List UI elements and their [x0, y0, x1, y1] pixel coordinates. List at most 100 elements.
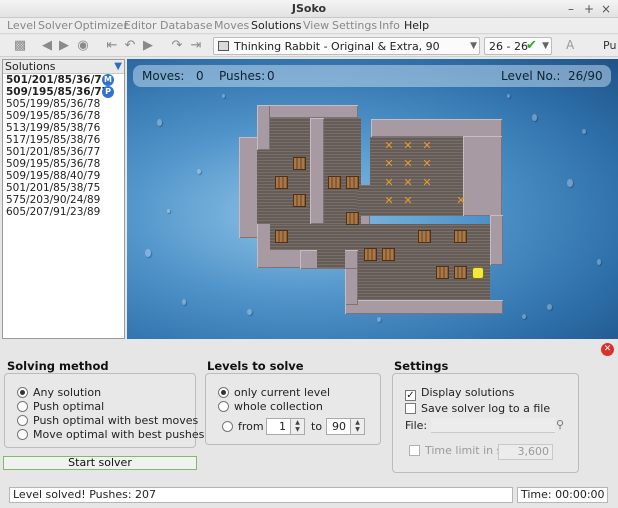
undo-icon[interactable]: ↶ [122, 38, 138, 54]
goal-marker: ✕ [384, 194, 394, 207]
menu-info[interactable]: Info [379, 19, 400, 32]
game-board-area[interactable]: Moves: 0 Pushes: 0 Level No.: 26/90 ✕ ✕ … [127, 59, 618, 339]
box [275, 176, 288, 189]
box [436, 266, 449, 279]
minimize-button[interactable]: – [563, 1, 579, 17]
forward-icon[interactable]: ▶ [56, 38, 72, 54]
font-button[interactable]: A [566, 38, 574, 52]
menu-bar: Level Solver Optimizer Editor Database M… [0, 18, 618, 34]
box [418, 230, 431, 243]
checkbox-time-limit[interactable]: Time limit in s [409, 444, 502, 457]
menu-editor[interactable]: Editor [124, 19, 157, 32]
menu-settings[interactable]: Settings [332, 19, 377, 32]
to-level-stepper[interactable]: 90 ▲ ▼ [326, 418, 365, 435]
menu-moves[interactable]: Moves [214, 19, 249, 32]
chevron-down-icon: ▼ [542, 41, 549, 51]
level-counter-select[interactable]: 26 - 26 ✔ ▼ [484, 37, 552, 55]
goal-marker: ✕ [422, 157, 432, 170]
box [346, 212, 359, 225]
search-icon[interactable]: ⚲ [556, 418, 564, 431]
solution-item[interactable]: 501/201/85/36/77 [3, 146, 124, 158]
box [382, 248, 395, 261]
status-message: Level solved! Pushes: 207 [9, 487, 513, 503]
menu-solutions[interactable]: Solutions [251, 19, 302, 32]
level-number-value: 26/90 [568, 69, 603, 83]
levels-to-solve-title: Levels to solve [207, 359, 304, 373]
radio-move-optimal-best-pushes[interactable]: Move optimal with best pushes [17, 428, 204, 441]
solution-item[interactable]: 509/195/88/40/79 [3, 170, 124, 182]
radio-from-range[interactable]: from [222, 420, 264, 433]
time-limit-input[interactable]: 3,600 [498, 444, 553, 460]
back-icon[interactable]: ◀ [39, 38, 55, 54]
menu-level[interactable]: Level [7, 19, 36, 32]
folder-icon[interactable]: ▩ [12, 38, 28, 54]
box [293, 194, 306, 207]
play-icon[interactable]: ▶ [140, 38, 156, 54]
close-solver-icon[interactable]: ✕ [601, 343, 614, 356]
solution-item[interactable]: 517/195/85/38/76 [3, 134, 124, 146]
undo-all-icon[interactable]: ⇤ [104, 38, 120, 54]
solution-item[interactable]: 509/195/85/36/78 [3, 158, 124, 170]
solutions-title: Solutions [5, 60, 56, 73]
box [275, 230, 288, 243]
goal-marker: ✕ [422, 176, 432, 189]
time-display: Time: 00:00:00 [517, 487, 608, 503]
menu-solver[interactable]: Solver [38, 19, 73, 32]
radio-any-solution[interactable]: Any solution [17, 386, 101, 399]
solution-item[interactable]: 513/199/85/38/76 [3, 122, 124, 134]
player [472, 267, 484, 279]
level-select[interactable]: Thinking Rabbit - Original & Extra, 90 ▼ [213, 37, 480, 55]
goal-marker: ✕ [403, 194, 413, 207]
checkbox-display-solutions[interactable]: ✓ Display solutions [405, 386, 514, 401]
radio-push-optimal[interactable]: Push optimal [17, 400, 104, 413]
log-file-row: File: ⚲ [404, 418, 567, 433]
solution-item[interactable]: 501/201/85/36/76 M [3, 74, 124, 86]
log-file-input[interactable] [431, 418, 555, 433]
menu-database[interactable]: Database [160, 19, 213, 32]
checkbox-save-log[interactable]: Save solver log to a file [405, 402, 550, 415]
close-window-button[interactable]: × [598, 1, 614, 17]
stepper-arrows-icon[interactable]: ▲ ▼ [290, 419, 304, 434]
from-level-stepper[interactable]: 1 ▲ ▼ [266, 418, 305, 435]
solution-item[interactable]: 605/207/91/23/89 [3, 206, 124, 218]
moves-label: Moves: [142, 69, 185, 83]
box [293, 157, 306, 170]
radio-whole-collection[interactable]: whole collection [218, 400, 323, 413]
check-icon: ✔ [526, 38, 537, 53]
goal-marker: ✕ [456, 194, 466, 207]
solving-method-title: Solving method [7, 359, 109, 373]
chevron-down-icon: ▼ [470, 41, 477, 51]
level-icon [218, 41, 229, 51]
solution-item[interactable]: 509/195/85/36/78 [3, 110, 124, 122]
menu-help[interactable]: Help [404, 19, 429, 32]
solutions-header: Solutions ▼ [3, 60, 124, 74]
pushes-label: Pushes: [219, 69, 266, 83]
toolbar-cut-label[interactable]: Pu [603, 39, 616, 52]
goal-marker: ✕ [384, 176, 394, 189]
menu-optimizer[interactable]: Optimizer [74, 19, 128, 32]
goal-marker: ✕ [403, 176, 413, 189]
maximize-button[interactable]: + [581, 1, 597, 17]
menu-view[interactable]: View [303, 19, 329, 32]
pushes-value: 0 [267, 69, 275, 83]
binoculars-icon[interactable]: ◉ [75, 38, 91, 54]
goal-marker: ✕ [422, 139, 432, 152]
solution-item[interactable]: 509/195/85/36/77 P [3, 86, 124, 98]
box [346, 176, 359, 189]
push-optimal-badge: P [102, 86, 114, 98]
radio-push-optimal-best-moves[interactable]: Push optimal with best moves [17, 414, 198, 427]
stepper-arrows-icon[interactable]: ▲ ▼ [350, 419, 364, 434]
box [328, 176, 341, 189]
radio-current-level[interactable]: only current level [218, 386, 330, 399]
start-solver-button[interactable]: Start solver [3, 456, 197, 470]
window-title: JSoko [291, 2, 327, 15]
redo-all-icon[interactable]: ⇥ [188, 38, 204, 54]
settings-title: Settings [394, 359, 449, 373]
goal-marker: ✕ [384, 139, 394, 152]
move-optimal-badge: M [102, 74, 114, 86]
solution-item[interactable]: 505/199/85/36/78 [3, 98, 124, 110]
solution-item[interactable]: 575/203/90/24/89 [3, 194, 124, 206]
solution-item[interactable]: 501/201/85/38/75 [3, 182, 124, 194]
pin-icon[interactable]: ▼ [114, 60, 122, 73]
redo-icon[interactable]: ↷ [169, 38, 185, 54]
